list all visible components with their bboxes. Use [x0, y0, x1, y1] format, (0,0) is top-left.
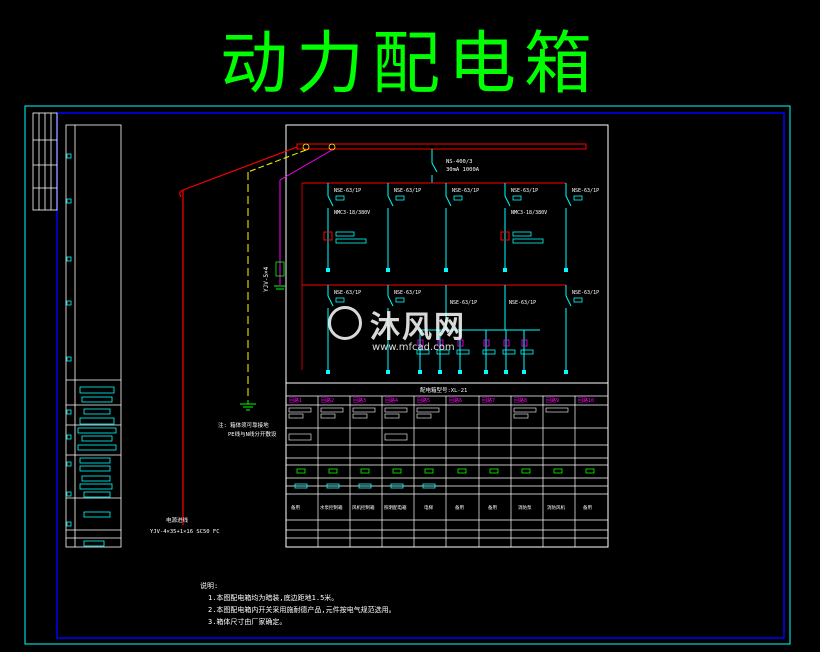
watermark-url: www.mfcad.com	[372, 342, 455, 353]
load-name: 水泵控制箱	[320, 504, 343, 511]
design-notes: 说明: 1.本图配电箱均为暗装,底边距地1.5米。 2.本图配电箱内开关采用施耐…	[200, 580, 396, 628]
breaker-label: NSE-63/1P	[511, 188, 538, 194]
bottom-branch-terminals	[326, 370, 568, 374]
ground-note: 注: 箱体须可靠接地	[218, 421, 269, 429]
column-header: 回路1	[289, 397, 302, 404]
load-name: 备用	[455, 504, 464, 511]
column-header: 回路10	[578, 397, 594, 404]
schedule-grid	[286, 395, 608, 547]
note-line: 3.箱体尺寸由厂家确定。	[208, 618, 287, 626]
breaker-label: NSE-63/1P	[572, 188, 599, 194]
column-header: 回路6	[449, 397, 462, 404]
watermark-brand: 沐风网	[370, 310, 466, 345]
load-name: 风机控制箱	[352, 504, 375, 511]
schedule-headers: 回路1 回路2 回路3 回路4 回路5 回路6 回路7 回路8 回路9 回路10	[289, 397, 594, 404]
column-header: 回路2	[321, 397, 334, 404]
main-breaker	[431, 149, 438, 183]
watermark: 沐风网 www.mfcad.com	[328, 302, 466, 353]
note-line: 1.本图配电箱均为暗装,底边距地1.5米。	[208, 594, 339, 602]
contactor-label: NMC3-18/380V	[334, 210, 370, 216]
source-note-2: YJV-4×35+1×16 SC50 FC	[150, 529, 220, 535]
column-header: 回路4	[385, 397, 398, 404]
ground-icon	[240, 400, 256, 411]
load-name: 消防风机	[547, 504, 565, 511]
top-branch-labels: NSE-63/1P NSE-63/1P NSE-63/1P NSE-63/1P …	[334, 188, 599, 216]
column-header: 回路5	[417, 397, 430, 404]
watermark-logo-icon	[328, 306, 362, 340]
load-name: 备用	[488, 504, 497, 511]
ground-icon	[274, 285, 286, 290]
main-breaker-label: NS-400/3	[446, 159, 473, 165]
column-header: 回路9	[546, 397, 559, 404]
top-branch-terminals	[326, 268, 568, 272]
load-names: 备用 水泵控制箱 风机控制箱 照明配电箱 电梯 备用 备用 消防泵 消防风机 备…	[291, 504, 592, 511]
source-note: 电源进线	[166, 516, 189, 524]
breaker-label: NSE-63/1P	[572, 290, 599, 296]
contactor-label: NMC3-18/380V	[511, 210, 547, 216]
ground-note-2: PE线与N线分开敷设	[228, 430, 277, 438]
top-branches	[327, 183, 572, 270]
breaker-label: NSE-63/1P	[394, 188, 421, 194]
breaker-label: NSE-63/1P	[452, 188, 479, 194]
feeder-label: YJV-5×4	[263, 266, 270, 292]
main-breaker-sublabel: 30mA 1000A	[446, 167, 480, 173]
schedule-specs	[288, 407, 569, 441]
load-name: 消防泵	[518, 504, 532, 511]
notes-heading: 说明:	[200, 582, 219, 590]
top-branch-tags	[335, 195, 583, 244]
load-name: 电梯	[424, 504, 433, 511]
column-header: 回路3	[353, 397, 366, 404]
breaker-label: NSE-63/1P	[334, 188, 361, 194]
binding-strip	[32, 112, 58, 211]
neutral-line	[247, 149, 307, 400]
schedule-green-cells	[296, 468, 595, 474]
note-line: 2.本图配电箱内开关采用施耐德产品,元件按电气规范选用。	[208, 606, 396, 614]
load-name: 照明配电箱	[384, 504, 407, 511]
load-name: 备用	[583, 504, 592, 511]
load-name: 备用	[291, 504, 300, 511]
pe-line	[279, 149, 333, 285]
column-header: 回路7	[482, 397, 495, 404]
outer-frame	[24, 105, 791, 645]
breaker-label: NSE-63/1P	[394, 290, 421, 296]
rcd-label: NSE-63/1P	[509, 300, 536, 306]
breaker-label: NSE-63/1P	[334, 290, 361, 296]
schedule-title: 配电箱型号:XL-21	[420, 386, 467, 394]
column-header: 回路8	[514, 397, 527, 404]
panel-elevation-markers	[66, 153, 117, 547]
